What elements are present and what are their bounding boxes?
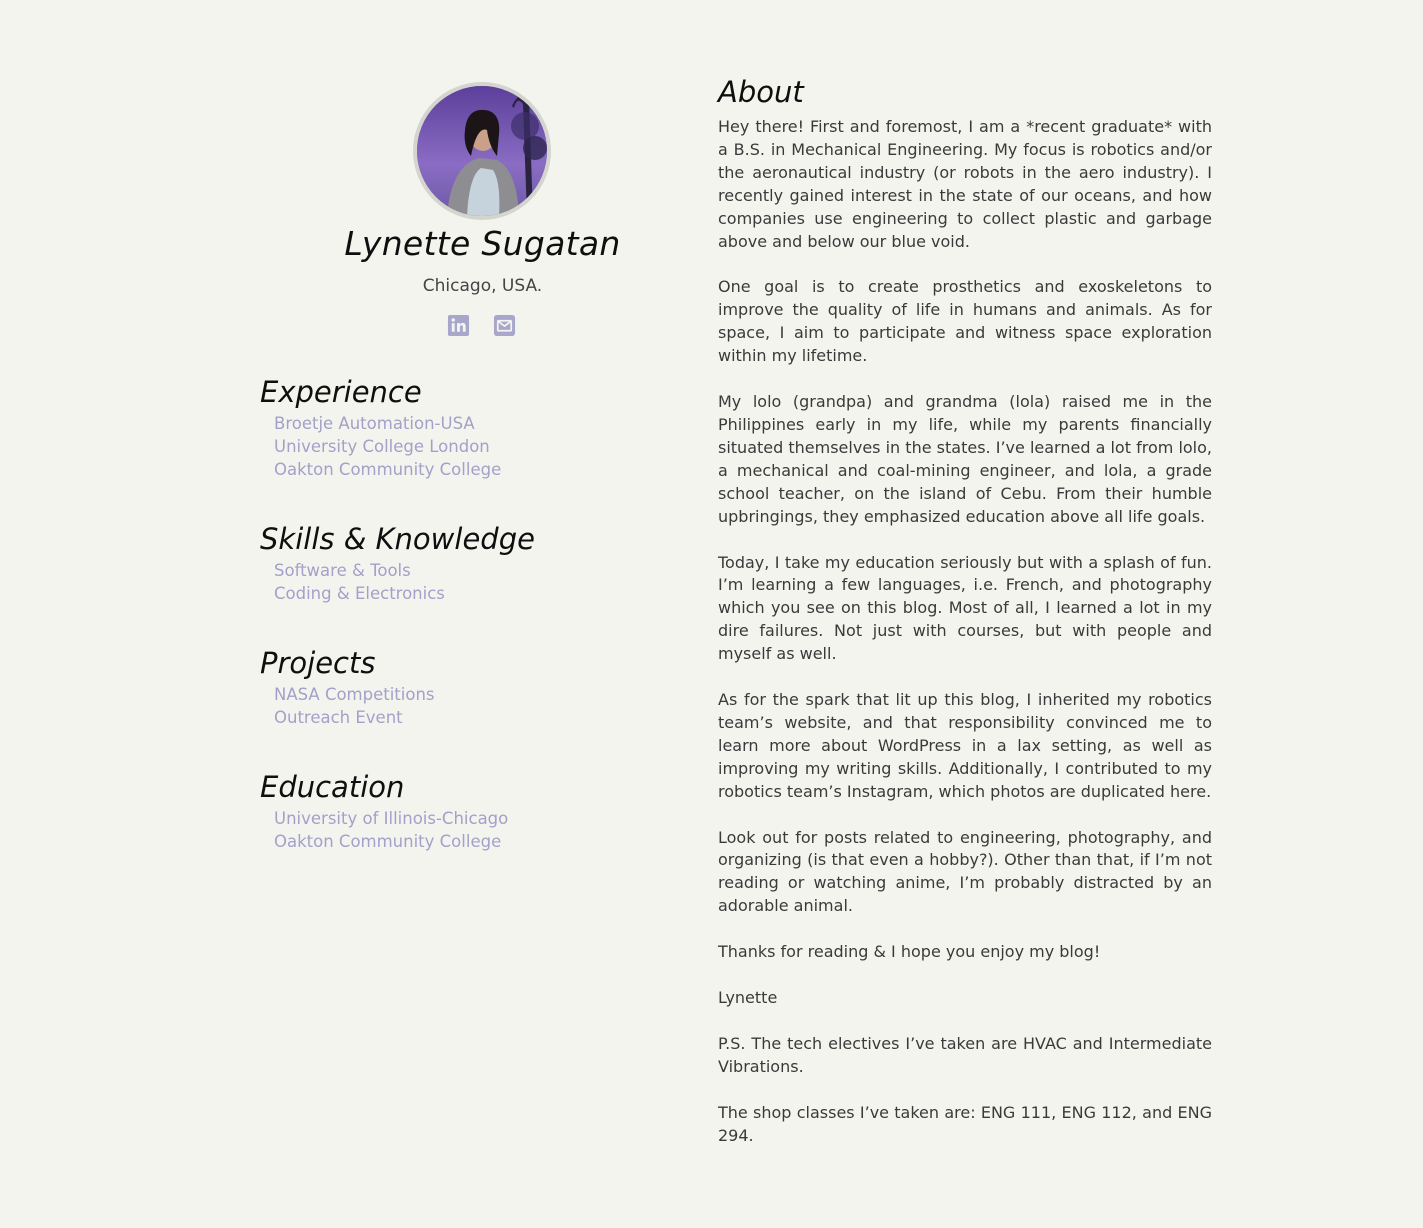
experience-section: Experience Broetje Automation-USA Univer… (260, 372, 705, 481)
profile-location: Chicago, USA. (422, 276, 543, 296)
experience-link[interactable]: Broetje Automation-USA (274, 412, 705, 435)
about-paragraph: One goal is to create prosthetics and ex… (718, 277, 1212, 366)
experience-link[interactable]: University College London (274, 435, 705, 458)
about-paragraph: As for the spark that lit up this blog, … (718, 690, 1212, 801)
profile-photo-icon (417, 86, 547, 216)
projects-heading: Projects (260, 646, 376, 680)
skills-heading: Skills & Knowledge (260, 522, 535, 556)
profile-name: Lynette Sugatan (344, 224, 621, 263)
skills-list: Software & Tools Coding & Electronics (260, 559, 705, 605)
about-paragraph: Thanks for reading & I hope you enjoy my… (718, 942, 1101, 962)
profile-card: Lynette Sugatan Chicago, USA. (260, 82, 705, 337)
about-heading: About (718, 75, 804, 109)
education-section: Education University of Illinois-Chicago… (260, 767, 705, 853)
about-paragraph: The shop classes I’ve taken are: ENG 111… (718, 1102, 1212, 1145)
skills-section: Skills & Knowledge Software & Tools Codi… (260, 519, 705, 605)
education-list: University of Illinois-Chicago Oakton Co… (260, 807, 705, 853)
experience-list: Broetje Automation-USA University Colleg… (260, 412, 705, 481)
about-paragraph: My lolo (grandpa) and grandma (lola) rai… (718, 392, 1212, 526)
about-paragraph: Look out for posts related to engineerin… (718, 827, 1212, 916)
education-link[interactable]: University of Illinois-Chicago (274, 807, 705, 830)
education-link[interactable]: Oakton Community College (274, 830, 705, 853)
about-body: Hey there! First and foremost, I am a *r… (718, 116, 1212, 1148)
about-paragraph: Hey there! First and foremost, I am a *r… (718, 117, 1212, 251)
avatar (413, 82, 551, 220)
experience-heading: Experience (260, 375, 422, 409)
linkedin-icon[interactable] (447, 314, 470, 337)
about-paragraph: P.S. The tech electives I’ve taken are H… (718, 1034, 1212, 1076)
skills-link[interactable]: Coding & Electronics (274, 582, 705, 605)
about-paragraph: Today, I take my education seriously but… (718, 552, 1212, 664)
about-panel: About Hey there! First and foremost, I a… (718, 70, 1212, 1171)
projects-section: Projects NASA Competitions Outreach Even… (260, 643, 705, 729)
education-heading: Education (260, 770, 405, 804)
email-icon[interactable] (493, 314, 516, 337)
projects-link[interactable]: Outreach Event (274, 706, 705, 729)
projects-list: NASA Competitions Outreach Event (260, 683, 705, 729)
skills-link[interactable]: Software & Tools (274, 559, 705, 582)
about-signature: Lynette (718, 988, 778, 1008)
sidebar: Lynette Sugatan Chicago, USA. Experience… (260, 82, 705, 851)
social-links (447, 314, 516, 337)
projects-link[interactable]: NASA Competitions (274, 683, 705, 706)
experience-link[interactable]: Oakton Community College (274, 458, 705, 481)
